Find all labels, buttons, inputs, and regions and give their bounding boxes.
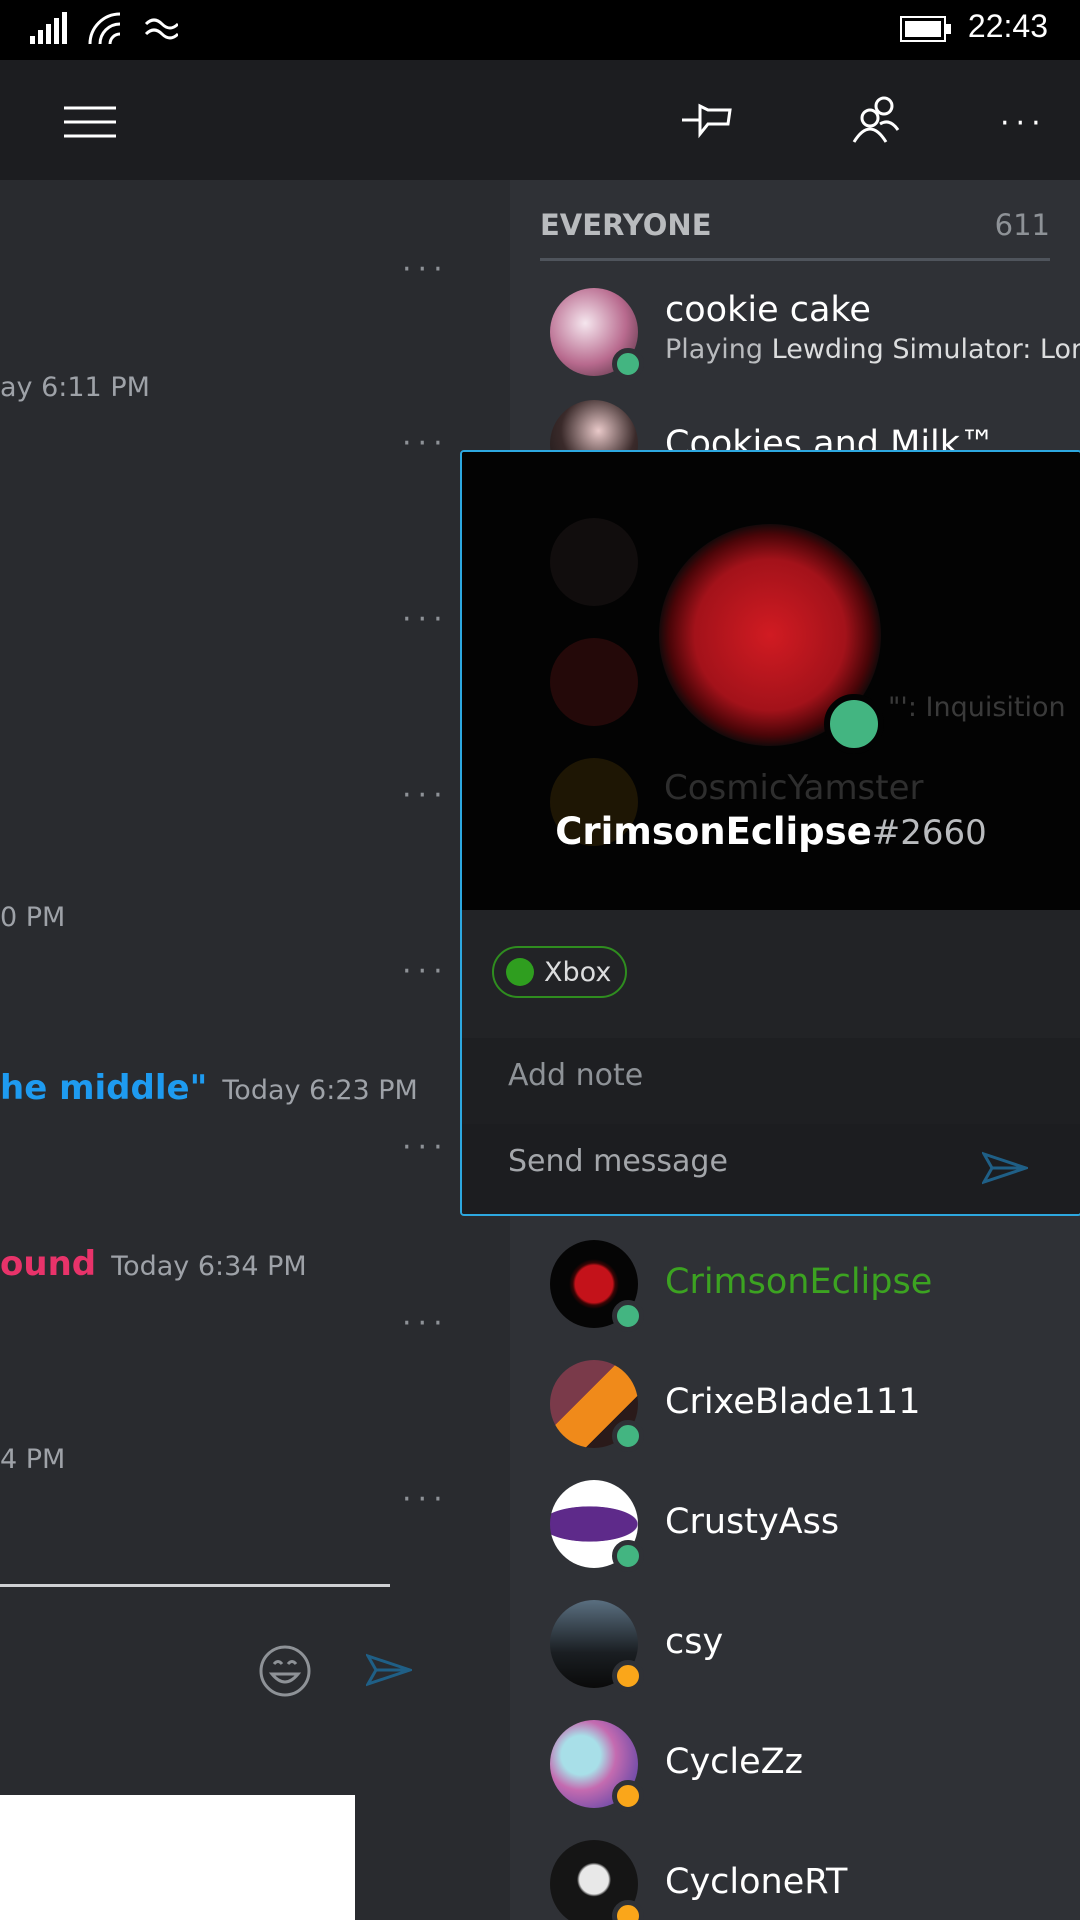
send-icon[interactable] [982, 1150, 1028, 1186]
keyboard-panel [0, 1795, 355, 1920]
popout-header: "': Inquisition CosmicYamster CrimsonEcl… [462, 452, 1080, 910]
member-item[interactable]: CycloneRT [510, 1840, 1080, 1920]
hamburger-icon[interactable] [64, 106, 116, 138]
message-options-icon[interactable]: ··· [402, 781, 449, 811]
section-count: 611 [994, 208, 1050, 242]
message-options-icon[interactable]: ··· [402, 1309, 449, 1339]
message-line: ound Today 6:34 PM [0, 1244, 307, 1284]
member-name: CycleZz [665, 1742, 804, 1782]
send-message-field[interactable]: Send message [462, 1124, 1080, 1214]
background-avatar [550, 638, 638, 726]
profile-username: CrimsonEclipse [555, 810, 872, 853]
message-options-icon[interactable]: ··· [402, 255, 449, 285]
message-placeholder: Send message [508, 1144, 728, 1179]
background-name: CosmicYamster [664, 768, 924, 808]
app-bar: ··· [0, 60, 1080, 180]
member-item[interactable]: CrixeBlade111 [510, 1360, 1080, 1470]
idle-status-icon [612, 1900, 644, 1920]
member-activity: Playing Lewding Simulator: Londo [665, 334, 1080, 365]
online-status-icon [824, 694, 884, 754]
profile-discriminator: #2660 [871, 813, 987, 853]
message-timestamp: 4 PM [0, 1444, 66, 1475]
message-line: he middle" Today 6:23 PM [0, 1068, 418, 1108]
member-name: CrixeBlade111 [665, 1382, 921, 1422]
member-name: cookie cake [665, 290, 871, 330]
message-author[interactable]: ound [0, 1244, 96, 1284]
member-name: CrimsonEclipse [665, 1262, 933, 1302]
section-title: EVERYONE [540, 208, 712, 242]
member-name: CycloneRT [665, 1862, 848, 1902]
pin-icon[interactable] [680, 100, 734, 140]
idle-status-icon [612, 1660, 644, 1692]
people-icon[interactable] [850, 94, 900, 144]
platform-badge[interactable]: Xbox [492, 946, 628, 998]
clock: 22:43 [967, 8, 1048, 44]
message-input-underline[interactable] [0, 1584, 390, 1587]
battery-icon [900, 16, 951, 42]
emoji-icon[interactable] [258, 1644, 312, 1698]
message-timestamp: Today 6:34 PM [111, 1251, 307, 1282]
background-avatar [550, 518, 638, 606]
member-name: csy [665, 1622, 724, 1662]
message-text: he middle" [0, 1068, 208, 1108]
online-status-icon [612, 1420, 644, 1452]
message-timestamp: ay 6:11 PM [0, 372, 150, 403]
online-status-icon [612, 1540, 644, 1572]
member-item[interactable]: cookie cake Playing Lewding Simulator: L… [510, 288, 1080, 398]
member-name: CrustyAss [665, 1502, 840, 1542]
member-item[interactable]: CycleZz [510, 1720, 1080, 1830]
message-options-icon[interactable]: ··· [402, 1485, 449, 1515]
member-item[interactable]: CrustyAss [510, 1480, 1080, 1590]
message-timestamp: 0 PM [0, 902, 66, 933]
activity-name: Lewding Simulator: Londo [771, 334, 1080, 365]
member-item[interactable]: CrimsonEclipse [510, 1240, 1080, 1350]
profile-username-line: CrimsonEclipse#2660 [462, 810, 1080, 853]
user-popout: "': Inquisition CosmicYamster CrimsonEcl… [460, 450, 1080, 1216]
message-options-icon[interactable]: ··· [402, 605, 449, 635]
message-options-icon[interactable]: ··· [402, 957, 449, 987]
message-timestamp: Today 6:23 PM [222, 1075, 418, 1106]
idle-status-icon [612, 1780, 644, 1812]
platform-label: Xbox [544, 956, 612, 988]
popout-connections: Xbox [462, 910, 1080, 1038]
activity-prefix: Playing [665, 334, 764, 365]
member-section-header: EVERYONE 611 [540, 208, 1050, 261]
xbox-status-icon [506, 958, 534, 986]
note-placeholder: Add note [508, 1058, 644, 1093]
status-bar: 22:43 [0, 0, 1080, 60]
send-icon[interactable] [366, 1652, 412, 1688]
more-dots-icon[interactable]: ··· [1000, 109, 1047, 139]
note-field[interactable]: Add note [462, 1038, 1080, 1124]
message-options-icon[interactable]: ··· [402, 1133, 449, 1163]
message-options-icon[interactable]: ··· [402, 429, 449, 459]
signal-icons [30, 12, 178, 45]
online-status-icon [612, 348, 644, 380]
chat-panel: ··· ay 6:11 PM ··· ··· ··· 0 PM ··· he m… [0, 180, 510, 1920]
member-item[interactable]: csy [510, 1600, 1080, 1710]
online-status-icon [612, 1300, 644, 1332]
background-activity: "': Inquisition [888, 692, 1066, 723]
